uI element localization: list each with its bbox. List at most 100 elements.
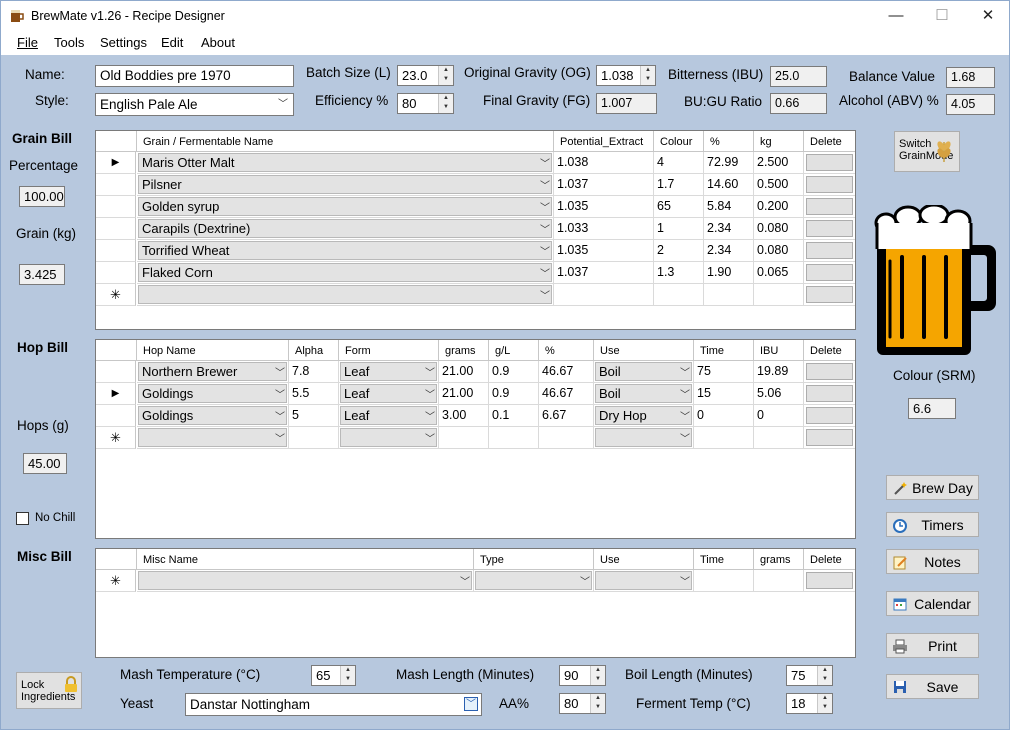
row-header[interactable] xyxy=(96,218,136,240)
switch-grain-mode-button[interactable]: Switch GrainMode xyxy=(894,131,960,172)
name-input[interactable]: Old Boddies pre 1970 xyxy=(95,65,294,87)
lock-ingredients-button[interactable]: Lock Ingredients xyxy=(16,672,82,709)
misc-new-delete-button[interactable] xyxy=(804,570,855,592)
hop-new-pct-cell[interactable] xyxy=(539,427,594,449)
misc-header-use[interactable]: Use xyxy=(594,549,694,570)
hop-header-form[interactable]: Form xyxy=(339,340,439,361)
grain-name-combo[interactable]: Pilsner ﹀ xyxy=(137,174,554,196)
hop-grams-cell[interactable]: 3.00 xyxy=(439,405,489,427)
grain-delete-button[interactable] xyxy=(804,240,855,262)
grain-pct-cell[interactable]: 1.90 xyxy=(704,262,754,284)
hop-header-time[interactable]: Time xyxy=(694,340,754,361)
menu-tools[interactable]: Tools xyxy=(54,35,84,50)
ferment-temp-stepper[interactable]: 18 ▲ ▼ xyxy=(786,693,833,714)
maximize-button[interactable]: ☐ xyxy=(919,1,965,31)
hop-form-combo[interactable]: Leaf ﹀ xyxy=(339,361,439,383)
grain-name-combo[interactable]: Flaked Corn ﹀ xyxy=(137,262,554,284)
grain-kg-cell[interactable]: 2.500 xyxy=(754,152,804,174)
hop-header-alpha[interactable]: Alpha xyxy=(289,340,339,361)
hop-ibu-cell[interactable]: 0 xyxy=(754,405,804,427)
current-row-icon[interactable]: ▶ xyxy=(96,383,136,405)
hop-use-combo[interactable]: Boil ﹀ xyxy=(594,361,694,383)
misc-new-time-cell[interactable] xyxy=(694,570,754,592)
grain-kg-cell[interactable]: 0.080 xyxy=(754,218,804,240)
minimize-button[interactable]: — xyxy=(873,1,919,31)
og-stepper[interactable]: 1.038 ▲ ▼ xyxy=(596,65,656,86)
row-header[interactable] xyxy=(96,240,136,262)
spin-buttons[interactable]: ▲ ▼ xyxy=(817,666,832,685)
hop-header-name[interactable]: Hop Name xyxy=(137,340,289,361)
hop-header-grams[interactable]: grams xyxy=(439,340,489,361)
row-header[interactable] xyxy=(96,262,136,284)
hop-pct-cell[interactable]: 46.67 xyxy=(539,361,594,383)
hop-new-alpha-cell[interactable] xyxy=(289,427,339,449)
hop-form-combo[interactable]: Leaf ﹀ xyxy=(339,383,439,405)
grain-colour-cell[interactable]: 1.3 xyxy=(654,262,704,284)
hop-gl-cell[interactable]: 0.9 xyxy=(489,383,539,405)
grain-colour-cell[interactable]: 1.7 xyxy=(654,174,704,196)
grain-name-combo[interactable]: Golden syrup ﹀ xyxy=(137,196,554,218)
hop-form-combo[interactable]: Leaf ﹀ xyxy=(339,405,439,427)
hop-new-grams-cell[interactable] xyxy=(439,427,489,449)
grain-colour-cell[interactable]: 65 xyxy=(654,196,704,218)
grain-pct-cell[interactable]: 72.99 xyxy=(704,152,754,174)
misc-new-use-combo[interactable]: ﹀ xyxy=(594,570,694,592)
boil-length-stepper[interactable]: 75 ▲ ▼ xyxy=(786,665,833,686)
grain-header-name[interactable]: Grain / Fermentable Name xyxy=(137,131,554,152)
hop-delete-button[interactable] xyxy=(804,383,855,405)
hop-header-ibu[interactable]: IBU xyxy=(754,340,804,361)
hop-name-combo[interactable]: Northern Brewer ﹀ xyxy=(137,361,289,383)
grain-extract-cell[interactable]: 1.038 xyxy=(554,152,654,174)
hop-name-combo[interactable]: Goldings ﹀ xyxy=(137,383,289,405)
spin-buttons[interactable]: ▲ ▼ xyxy=(340,666,355,685)
hop-use-combo[interactable]: Dry Hop ﹀ xyxy=(594,405,694,427)
grain-colour-cell[interactable]: 4 xyxy=(654,152,704,174)
grain-new-extract-cell[interactable] xyxy=(554,284,654,306)
grain-kg-cell[interactable]: 0.080 xyxy=(754,240,804,262)
current-row-icon[interactable]: ▶ xyxy=(96,152,136,174)
hop-pct-cell[interactable]: 6.67 xyxy=(539,405,594,427)
grain-name-combo[interactable]: Maris Otter Malt ﹀ xyxy=(137,152,554,174)
misc-header-delete[interactable]: Delete xyxy=(804,549,855,570)
efficiency-stepper[interactable]: 80 ▲ ▼ xyxy=(397,93,454,114)
grain-colour-cell[interactable]: 1 xyxy=(654,218,704,240)
row-header[interactable] xyxy=(96,196,136,218)
hop-name-combo[interactable]: Goldings ﹀ xyxy=(137,405,289,427)
hop-new-ibu-cell[interactable] xyxy=(754,427,804,449)
grain-new-pct-cell[interactable] xyxy=(704,284,754,306)
grain-name-combo[interactable]: Carapils (Dextrine) ﹀ xyxy=(137,218,554,240)
hop-new-time-cell[interactable] xyxy=(694,427,754,449)
grain-colour-cell[interactable]: 2 xyxy=(654,240,704,262)
hop-new-use-combo[interactable]: ﹀ xyxy=(594,427,694,449)
calendar-button[interactable]: Calendar xyxy=(886,591,979,616)
grain-new-delete-button[interactable] xyxy=(804,284,855,306)
hop-time-cell[interactable]: 0 xyxy=(694,405,754,427)
aa-stepper[interactable]: 80 ▲ ▼ xyxy=(559,693,606,714)
misc-header-time[interactable]: Time xyxy=(694,549,754,570)
misc-new-grams-cell[interactable] xyxy=(754,570,804,592)
hop-gl-cell[interactable]: 0.9 xyxy=(489,361,539,383)
misc-header-grams[interactable]: grams xyxy=(754,549,804,570)
hop-time-cell[interactable]: 15 xyxy=(694,383,754,405)
grain-delete-button[interactable] xyxy=(804,174,855,196)
misc-header-name[interactable]: Misc Name xyxy=(137,549,474,570)
spin-buttons[interactable]: ▲ ▼ xyxy=(640,66,655,85)
hop-use-combo[interactable]: Boil ﹀ xyxy=(594,383,694,405)
hop-ibu-cell[interactable]: 19.89 xyxy=(754,361,804,383)
grain-name-combo[interactable]: Torrified Wheat ﹀ xyxy=(137,240,554,262)
hop-alpha-cell[interactable]: 7.8 xyxy=(289,361,339,383)
grain-new-colour-cell[interactable] xyxy=(654,284,704,306)
close-button[interactable]: ✕ xyxy=(965,1,1010,31)
grain-delete-button[interactable] xyxy=(804,262,855,284)
grain-header-colour[interactable]: Colour xyxy=(654,131,704,152)
mash-temp-stepper[interactable]: 65 ▲ ▼ xyxy=(311,665,356,686)
row-header[interactable] xyxy=(96,361,136,383)
misc-new-type-combo[interactable]: ﹀ xyxy=(474,570,594,592)
grain-kg-cell[interactable]: 0.500 xyxy=(754,174,804,196)
row-header[interactable] xyxy=(96,405,136,427)
yeast-select[interactable]: Danstar Nottingham ﹀ xyxy=(185,693,482,716)
grain-header-pct[interactable]: % xyxy=(704,131,754,152)
grain-new-kg-cell[interactable] xyxy=(754,284,804,306)
brew-day-button[interactable]: Brew Day xyxy=(886,475,979,500)
grain-pct-cell[interactable]: 2.34 xyxy=(704,218,754,240)
